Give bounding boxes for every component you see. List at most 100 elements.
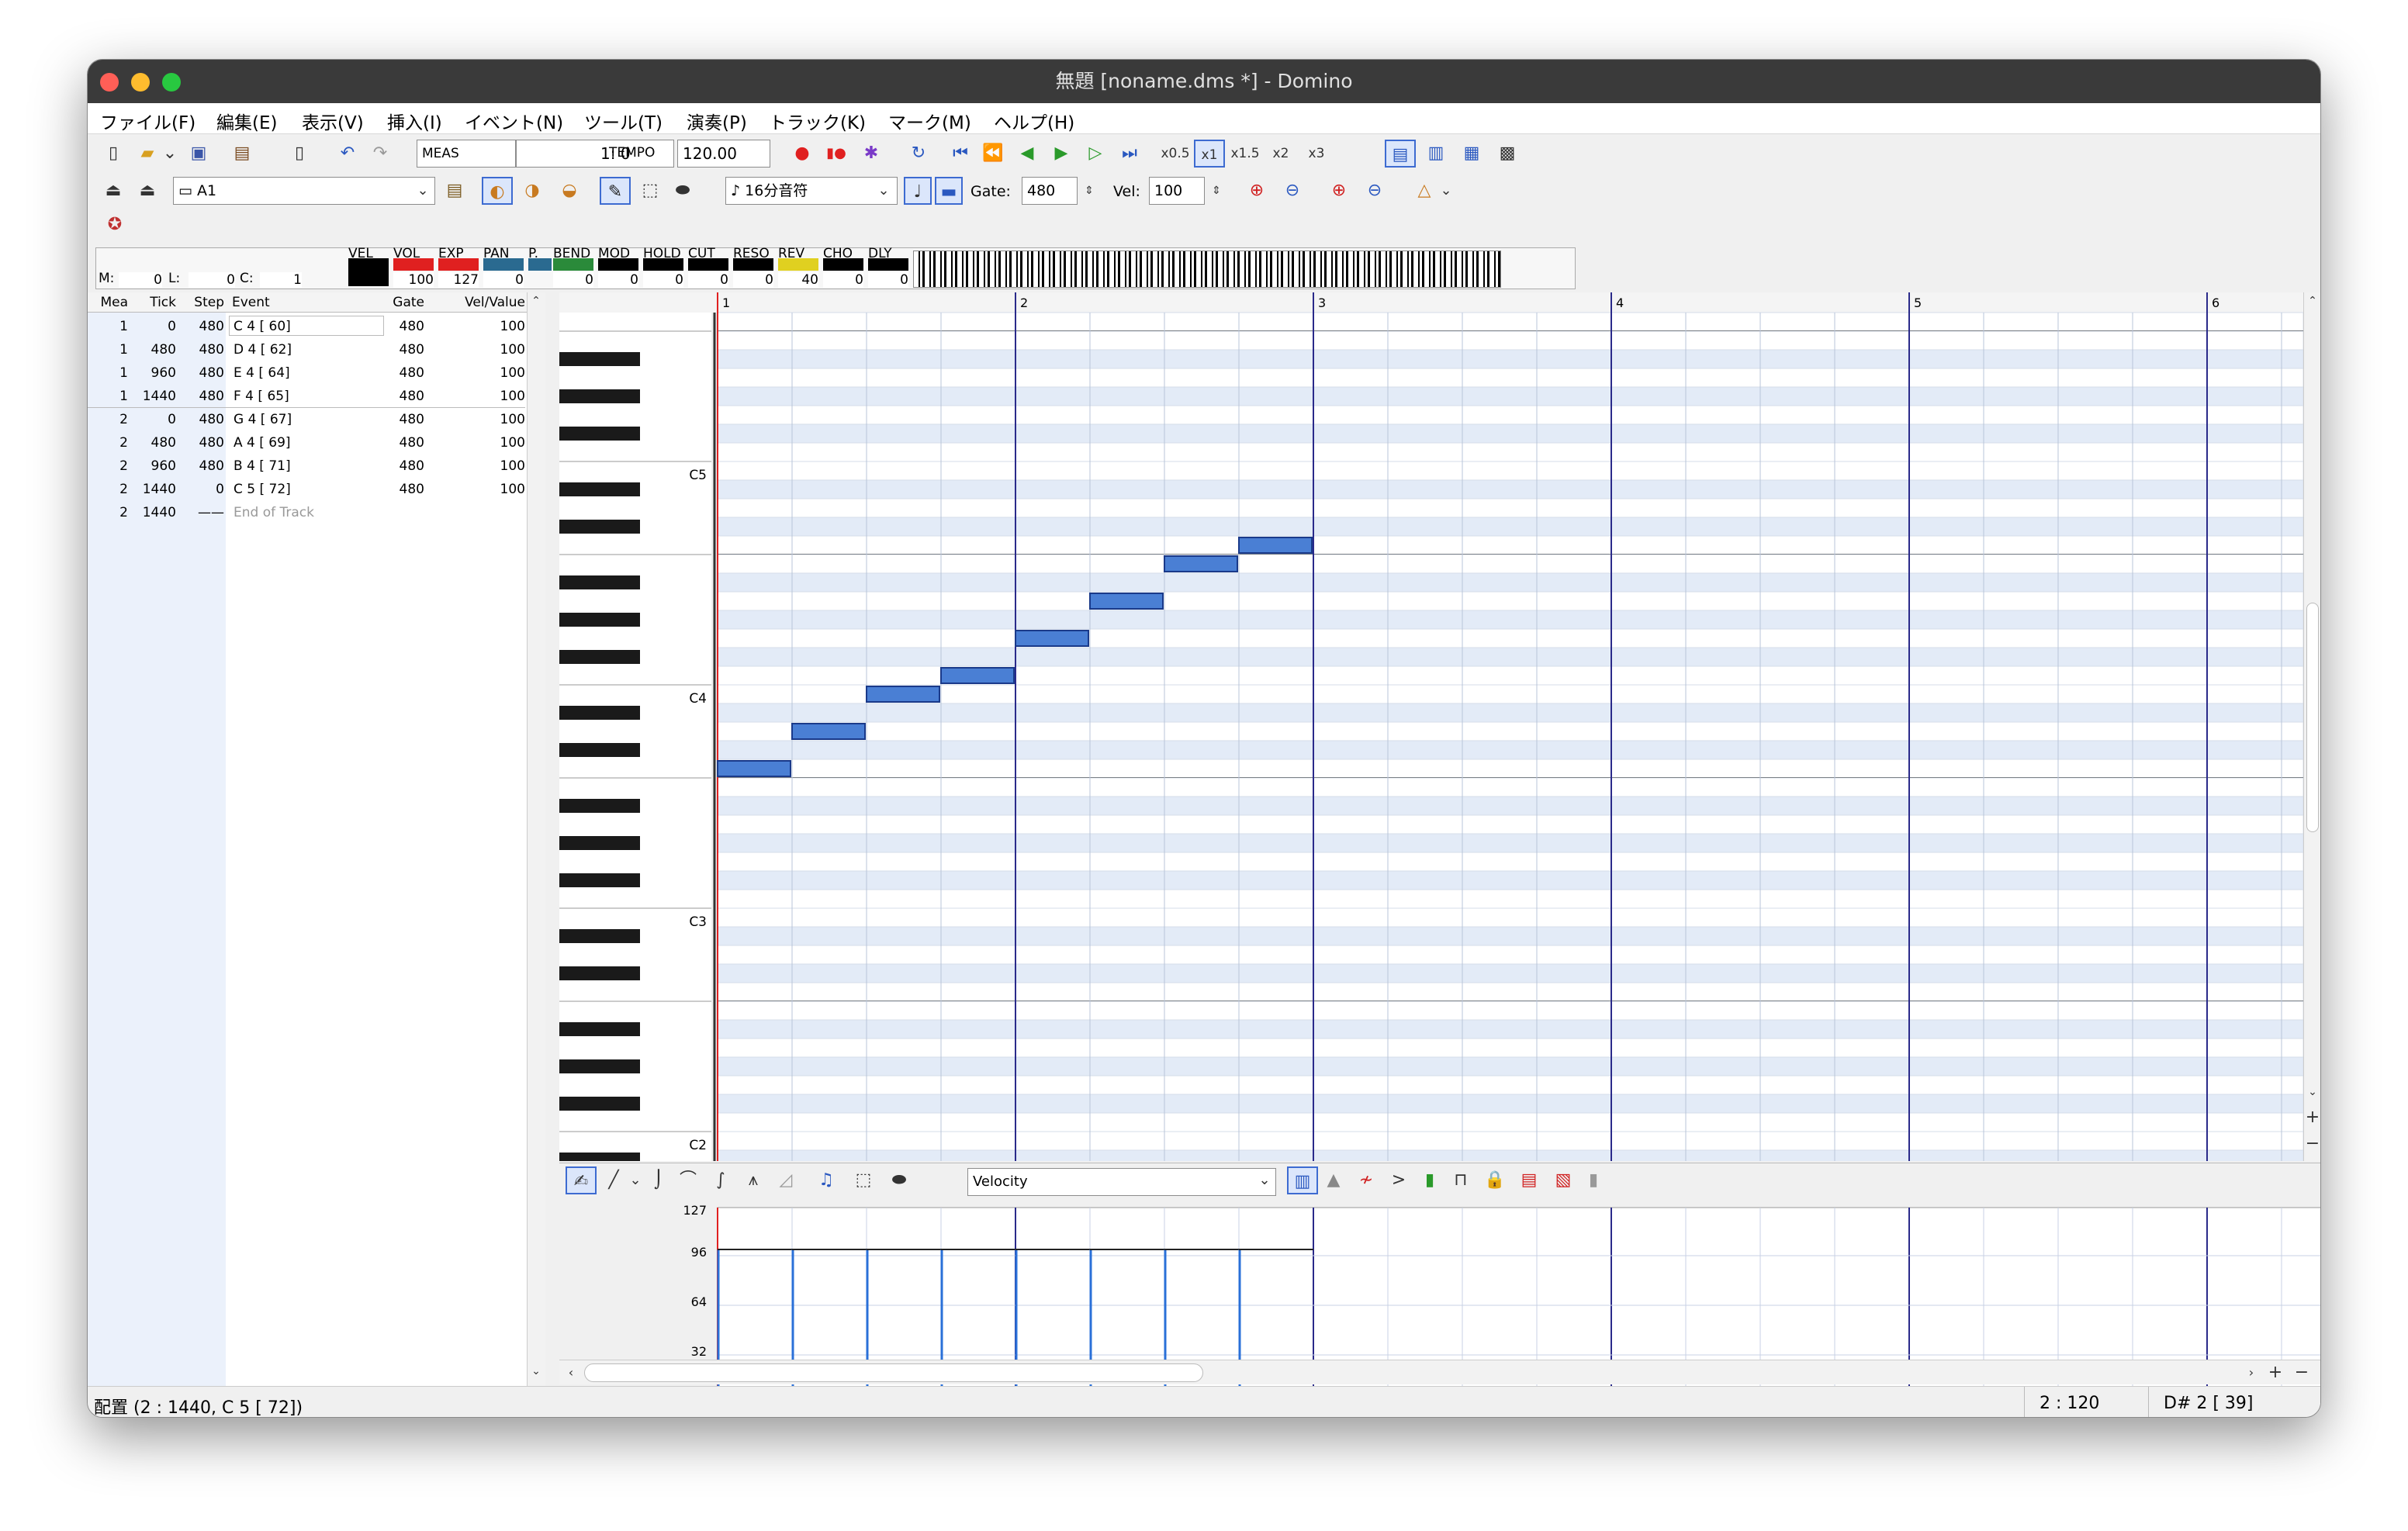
menu-file[interactable]: ファイル(F) — [100, 108, 195, 134]
note-velocity-tool-icon[interactable]: ♫ — [814, 1166, 839, 1194]
event-cell[interactable]: 0 — [181, 482, 224, 497]
go-start-icon[interactable]: ⏮ — [947, 140, 974, 168]
zoom-window-button[interactable] — [162, 73, 181, 92]
menu-track[interactable]: トラック(K) — [769, 108, 866, 134]
event-cell[interactable]: 480 — [382, 482, 424, 497]
note-block[interactable] — [1089, 593, 1164, 610]
column-header-gate[interactable]: Gate — [382, 295, 424, 310]
event-cell[interactable]: 960 — [134, 365, 176, 381]
level-meter-icon[interactable]: ▮ — [1422, 1166, 1438, 1194]
event-cell[interactable]: 480 — [382, 412, 424, 427]
horizontal-zoom-out-icon[interactable]: − — [2292, 1362, 2311, 1384]
event-cell[interactable]: E 4 [ 64] — [234, 365, 290, 381]
save-icon[interactable]: ▣ — [185, 140, 212, 168]
piano-roll-scroll-up-icon[interactable]: ⌃ — [2305, 292, 2320, 309]
vertical-zoom-in-icon[interactable]: + — [2305, 1108, 2320, 1127]
menu-event[interactable]: イベント(N) — [465, 108, 563, 134]
random-tool-icon[interactable]: ⩚ — [741, 1166, 766, 1194]
color-swatch-icon[interactable]: ▮ — [1585, 1166, 1602, 1194]
event-cell[interactable]: 480 — [382, 389, 424, 404]
track-down-icon[interactable]: ⏏ — [100, 177, 126, 205]
document-icon[interactable]: ▯ — [286, 140, 313, 168]
event-cell[interactable]: 100 — [440, 482, 525, 497]
speed-x0.5-button[interactable]: x0.5 — [1160, 140, 1191, 168]
s-curve-tool-icon[interactable]: ∫ — [708, 1166, 733, 1194]
event-cell[interactable]: 100 — [440, 412, 525, 427]
record-icon[interactable]: ● — [789, 140, 815, 168]
open-folder-icon[interactable]: ▰ — [134, 140, 161, 168]
speed-x1-button[interactable]: x1 — [1194, 140, 1225, 168]
zoom-out-horizontal-icon[interactable]: ⊖ — [1279, 177, 1306, 205]
note-block[interactable] — [940, 667, 1015, 684]
go-end-icon[interactable]: ⏭ — [1116, 140, 1143, 168]
menu-edit[interactable]: 編集(E) — [216, 108, 277, 134]
event-cell[interactable]: 100 — [440, 365, 525, 381]
loop-icon[interactable]: ↻ — [905, 140, 932, 168]
event-cell[interactable]: 0 — [134, 319, 176, 334]
event-cell[interactable]: 100 — [440, 319, 525, 334]
event-list-scrollbar[interactable] — [527, 292, 545, 1386]
event-cell[interactable]: 480 — [181, 342, 224, 358]
minimize-window-button[interactable] — [131, 73, 150, 92]
event-cell[interactable]: —— — [181, 505, 224, 520]
menu-tools[interactable]: ツール(T) — [584, 108, 663, 134]
event-cell[interactable]: 1 — [88, 342, 128, 358]
event-cell[interactable]: 1440 — [134, 482, 176, 497]
event-cell[interactable]: 480 — [134, 342, 176, 358]
window-settings-icon[interactable]: ▩ — [1492, 140, 1523, 168]
event-cell[interactable]: G 4 [ 67] — [234, 412, 292, 427]
next-measure-icon[interactable]: ▷ — [1084, 140, 1107, 168]
event-cell[interactable]: 0 — [134, 412, 176, 427]
greater-than-icon[interactable]: > — [1386, 1166, 1411, 1194]
track-select[interactable]: ▭ A1 — [173, 177, 435, 205]
select-tool-icon[interactable]: ⬚ — [637, 177, 663, 205]
event-cell[interactable]: 1 — [88, 389, 128, 404]
event-cell[interactable]: F 4 [ 65] — [234, 389, 289, 404]
wave-display-icon[interactable]: ▧ — [1551, 1166, 1576, 1194]
track-select-chevron-icon[interactable]: ⌄ — [412, 177, 434, 205]
event-cell[interactable]: 480 — [181, 458, 224, 474]
event-cell[interactable]: 480 — [181, 412, 224, 427]
menu-play[interactable]: 演奏(P) — [687, 108, 747, 134]
solo-speaker-icon[interactable]: ◑ — [519, 177, 545, 205]
menu-mark[interactable]: マーク(M) — [888, 108, 971, 134]
event-cell[interactable]: End of Track — [234, 505, 314, 520]
note-block[interactable] — [1015, 630, 1089, 647]
piano-roll-vertical-scroll-thumb[interactable] — [2306, 603, 2319, 832]
curve-tool-icon[interactable]: ⌡ — [646, 1166, 671, 1194]
horizontal-scrollbar[interactable]: ‹ › + − — [559, 1360, 2320, 1384]
menu-view[interactable]: 表示(V) — [302, 108, 364, 134]
event-cell[interactable]: 100 — [440, 458, 525, 474]
line-tool-icon[interactable]: ╱ — [601, 1166, 626, 1194]
note-block[interactable] — [791, 723, 866, 740]
lock-icon[interactable]: 🔒 — [1483, 1166, 1507, 1194]
controller-type-chevron-icon[interactable]: ⌄ — [1254, 1166, 1275, 1194]
redo-icon[interactable]: ↷ — [367, 140, 393, 168]
track-up-icon[interactable]: ⏏ — [134, 177, 161, 205]
column-header-vel-value[interactable]: Vel/Value — [440, 295, 525, 310]
plugin-icon[interactable]: ✪ — [102, 211, 128, 239]
eraser-tool-icon[interactable]: ⬬ — [669, 177, 696, 205]
event-cell[interactable]: A 4 [ 69] — [234, 435, 291, 451]
event-cell[interactable]: 480 — [181, 319, 224, 334]
event-cell[interactable]: 2 — [88, 505, 128, 520]
horizontal-scroll-thumb[interactable] — [584, 1363, 1203, 1382]
metronome-chevron-icon[interactable]: ⌄ — [1438, 177, 1455, 205]
event-cell[interactable]: D 4 [ 62] — [234, 342, 292, 358]
previous-measure-icon[interactable]: ◀ — [1015, 140, 1039, 168]
event-cell[interactable]: 2 — [88, 458, 128, 474]
event-cell[interactable]: 480 — [382, 458, 424, 474]
event-cell[interactable]: 480 — [181, 435, 224, 451]
mute-speaker-icon[interactable]: ◐ — [482, 177, 513, 205]
line-tool-chevron-icon[interactable]: ⌄ — [628, 1166, 643, 1194]
event-cell[interactable]: 480 — [382, 435, 424, 451]
event-cell[interactable]: 100 — [440, 435, 525, 451]
zoom-in-horizontal-icon[interactable]: ⊕ — [1244, 177, 1270, 205]
vel-field[interactable]: 100 — [1149, 177, 1205, 205]
zoom-out-vertical-icon[interactable]: ⊖ — [1361, 177, 1388, 205]
event-cell[interactable]: 480 — [181, 365, 224, 381]
event-cell[interactable]: 960 — [134, 458, 176, 474]
controller-eraser-tool-icon[interactable]: ⬬ — [887, 1166, 912, 1194]
event-cell[interactable]: 480 — [382, 365, 424, 381]
event-cell[interactable]: 480 — [382, 319, 424, 334]
